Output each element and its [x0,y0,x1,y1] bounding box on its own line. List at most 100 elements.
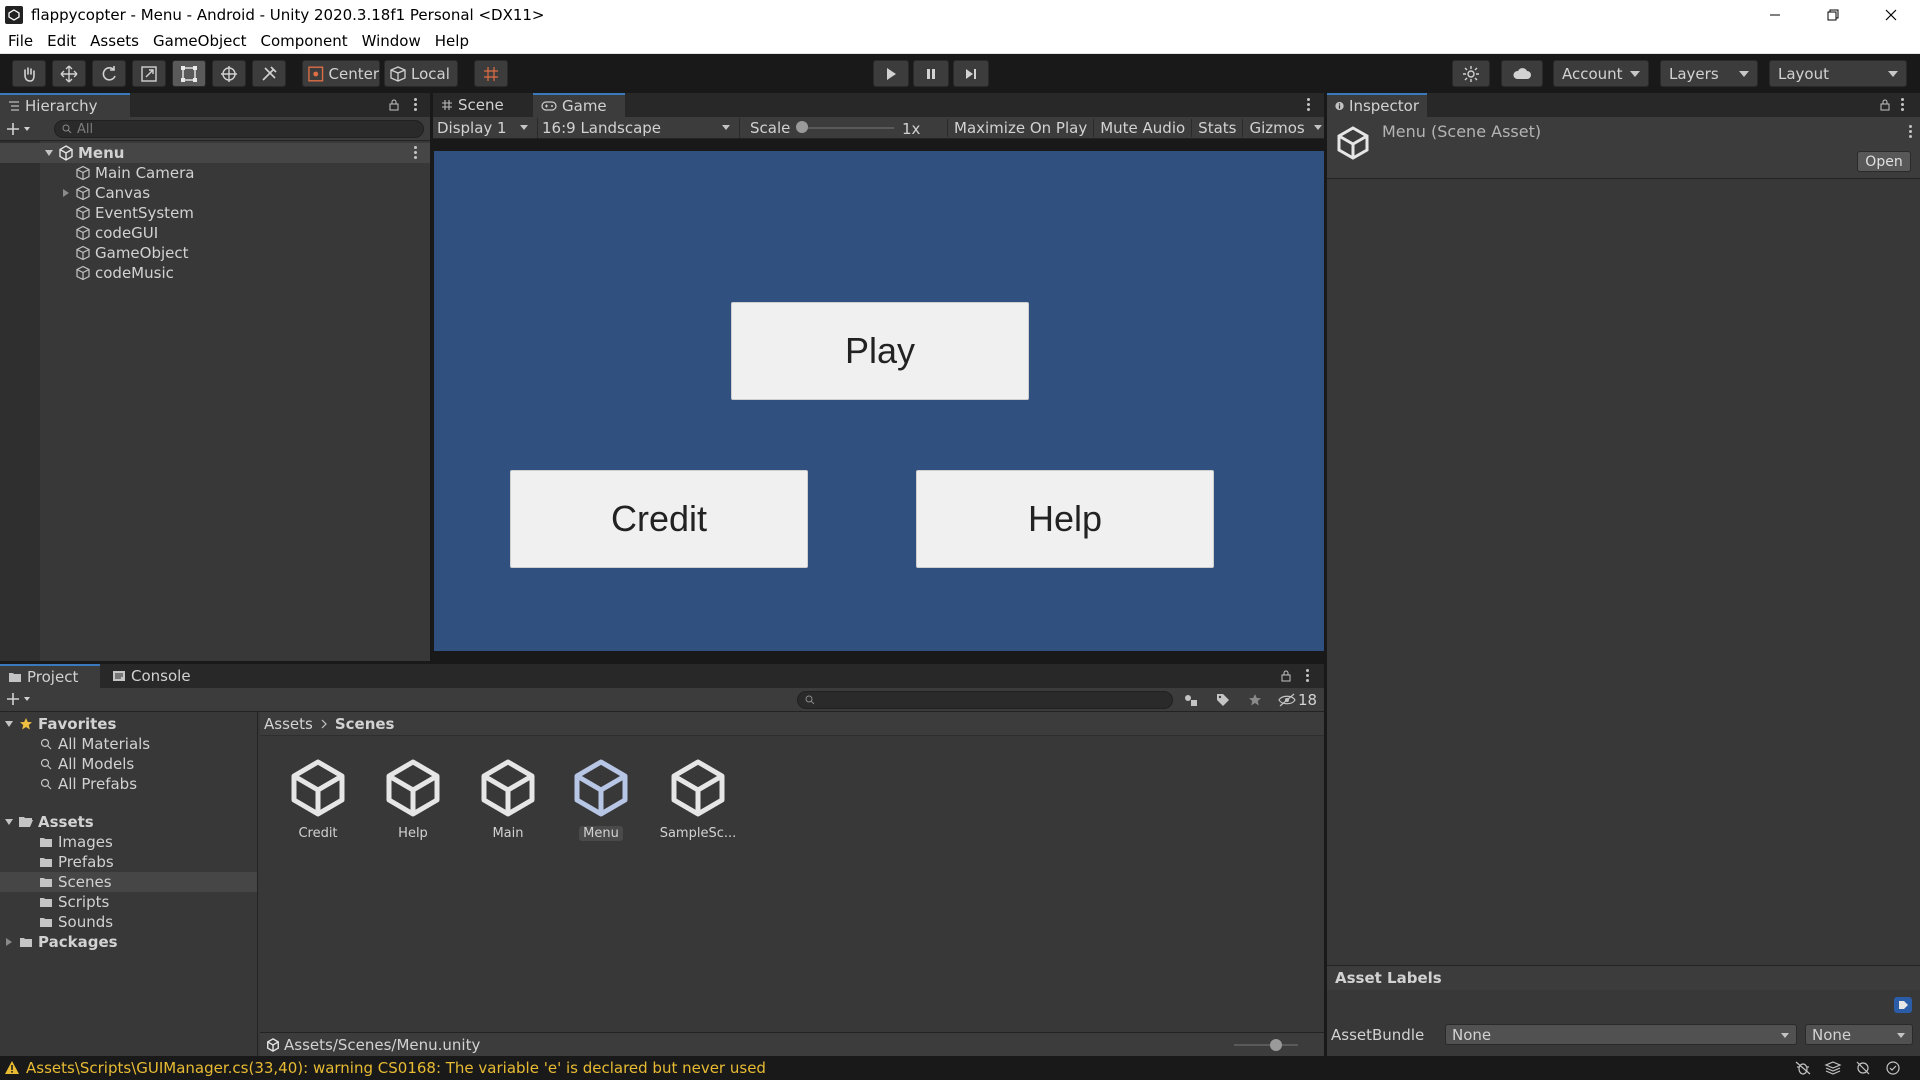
hierarchy-search-input[interactable]: All [54,120,424,138]
pivot-mode-button[interactable]: Center [302,60,380,87]
lock-icon[interactable] [1879,99,1891,111]
favorite-item[interactable]: All Prefabs [38,774,137,794]
menu-file[interactable]: File [1,32,40,50]
cloud-button[interactable] [1501,60,1543,87]
pause-button[interactable] [913,60,949,87]
game-menu-icon[interactable] [1307,98,1311,112]
assetbundle-name-dropdown[interactable]: None [1445,1024,1797,1045]
scene-root-row[interactable]: Menu [0,143,430,163]
scene-asset-tile[interactable]: Help [368,756,458,856]
tab-game[interactable]: Game [533,93,625,117]
folder-item-selected[interactable]: Scenes [38,872,112,892]
transform-tool-button[interactable] [212,60,246,87]
scale-slider-thumb[interactable] [796,121,808,133]
move-tool-button[interactable] [52,60,86,87]
progress-check-icon[interactable] [1884,1060,1902,1076]
scene-asset-tile-selected[interactable]: Menu [556,756,646,856]
scene-menu-icon[interactable] [414,146,418,160]
layers-stack-icon[interactable] [1824,1060,1842,1076]
folder-item[interactable]: Sounds [38,912,113,932]
search-by-type-button[interactable] [1180,690,1202,710]
gizmos-chevron-icon[interactable] [1313,124,1323,132]
hierarchy-menu-icon[interactable] [414,98,418,112]
hierarchy-item[interactable]: codeMusic [75,263,174,283]
project-search-input[interactable] [797,691,1173,709]
pivot-rotation-button[interactable]: Local [384,60,458,87]
asset-menu-icon[interactable] [1909,125,1913,139]
label-tag-icon[interactable] [1894,997,1912,1013]
breadcrumb-scenes[interactable]: Scenes [335,715,395,733]
menu-help[interactable]: Help [428,32,476,50]
step-button[interactable] [953,60,989,87]
rect-tool-button[interactable] [172,60,206,87]
services-button[interactable] [1452,60,1490,87]
hierarchy-item[interactable]: Main Camera [75,163,194,183]
hierarchy-item[interactable]: codeGUI [75,223,158,243]
game-canvas[interactable]: Play Credit Help [434,151,1324,651]
hierarchy-create-button[interactable] [6,121,40,137]
menu-component[interactable]: Component [254,32,355,50]
folder-item[interactable]: Images [38,832,113,852]
rotate-tool-button[interactable] [92,60,126,87]
project-menu-icon[interactable] [1306,669,1310,683]
maximize-on-play-toggle[interactable]: Maximize On Play [947,119,1093,137]
tab-inspector[interactable]: Inspector [1327,93,1427,117]
restore-button[interactable] [1804,0,1862,29]
scene-asset-tile[interactable]: SampleSc... [653,756,743,856]
auto-generate-lighting-icon[interactable] [1854,1060,1872,1076]
close-window-button[interactable] [1862,0,1920,29]
folder-item[interactable]: Prefabs [38,852,114,872]
favorite-item[interactable]: All Materials [38,734,150,754]
stats-toggle[interactable]: Stats [1191,119,1242,137]
play-game-button[interactable]: Play [731,302,1029,400]
hierarchy-item[interactable]: EventSystem [75,203,194,223]
scene-asset-tile[interactable]: Main [463,756,553,856]
gizmos-toggle[interactable]: Gizmos [1242,119,1310,137]
account-dropdown[interactable]: Account [1553,60,1649,87]
hand-tool-button[interactable] [12,60,46,87]
tab-project[interactable]: Project [0,664,100,688]
assetbundle-variant-dropdown[interactable]: None [1805,1024,1913,1045]
open-asset-button[interactable]: Open [1857,151,1911,172]
packages-row[interactable]: Packages [4,932,118,952]
breadcrumb-assets[interactable]: Assets [264,715,313,733]
scene-asset-tile[interactable]: Credit [273,756,363,856]
credit-game-button[interactable]: Credit [510,470,808,568]
favorite-item[interactable]: All Models [38,754,134,774]
custom-tool-button[interactable] [252,60,286,87]
layers-dropdown[interactable]: Layers [1660,60,1758,87]
menu-window[interactable]: Window [355,32,428,50]
layout-dropdown[interactable]: Layout [1769,60,1907,87]
lock-icon[interactable] [388,99,400,111]
favorites-row[interactable]: Favorites [4,714,116,734]
mute-audio-toggle[interactable]: Mute Audio [1093,119,1191,137]
inspector-menu-icon[interactable] [1901,98,1905,112]
display-dropdown[interactable]: Display 1 [437,118,531,138]
aspect-dropdown[interactable]: 16:9 Landscape [537,118,735,138]
icon-size-slider-thumb[interactable] [1270,1039,1282,1051]
menu-edit[interactable]: Edit [40,32,83,50]
tab-scene[interactable]: Scene [433,93,529,117]
favorites-filter-button[interactable] [1244,690,1266,710]
icon-size-slider-track[interactable] [1234,1044,1298,1046]
scale-slider-track[interactable] [798,127,894,129]
assets-root-row[interactable]: Assets [4,812,94,832]
search-by-label-button[interactable] [1212,690,1234,710]
bug-icon[interactable] [1794,1060,1812,1076]
hierarchy-item[interactable]: GameObject [75,243,189,263]
hidden-packages-toggle[interactable]: 18 [1278,690,1320,710]
status-bar[interactable]: Assets\Scripts\GUIManager.cs(33,40): war… [0,1056,1920,1080]
minimize-button[interactable] [1746,0,1804,29]
menu-assets[interactable]: Assets [83,32,146,50]
grid-snap-button[interactable] [474,60,508,87]
tab-console[interactable]: Console [104,664,204,688]
play-button[interactable] [873,60,909,87]
lock-icon[interactable] [1280,670,1292,682]
scale-tool-button[interactable] [132,60,166,87]
hierarchy-item[interactable]: Canvas [61,183,150,203]
project-create-button[interactable] [6,692,40,708]
menu-gameobject[interactable]: GameObject [146,32,254,50]
help-game-button[interactable]: Help [916,470,1214,568]
tab-hierarchy[interactable]: Hierarchy [0,93,130,117]
folder-item[interactable]: Scripts [38,892,109,912]
